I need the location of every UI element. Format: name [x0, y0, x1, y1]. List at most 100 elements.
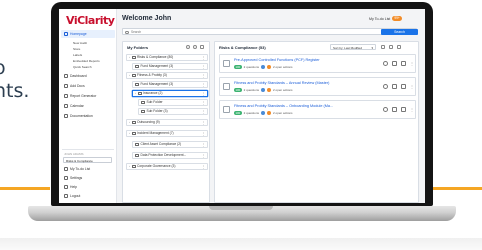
folder-icon [131, 165, 136, 168]
search-input[interactable] [131, 29, 381, 35]
sidebar-item-add-docs[interactable]: Add Docs [61, 82, 115, 90]
more-options-icon[interactable]: ⋮ [202, 73, 206, 80]
filter-icon[interactable] [381, 44, 385, 49]
more-options-icon[interactable]: ⋮ [410, 107, 414, 112]
more-options-icon[interactable]: ⋮ [202, 91, 206, 98]
document-card[interactable]: Pre-Approved Controlled Functions (PCF) … [219, 54, 416, 73]
sidebar-item-documentation[interactable]: Documentation [61, 112, 115, 120]
search-icon [125, 30, 129, 34]
folder-item[interactable]: Client Asset Compliance (2) ⋮ [132, 141, 208, 148]
app-screen: ViClarity Homepage New Audit Store Label… [59, 9, 425, 203]
document-title[interactable]: Fitness and Probity Standards – Annual R… [234, 81, 329, 85]
more-options-icon[interactable]: ⋮ [202, 142, 206, 149]
sidebar-item-help[interactable]: Help [61, 183, 115, 191]
sidebar-item-dashboard[interactable]: Dashboard [61, 72, 115, 80]
folder-item[interactable]: Fund Management (3) ⋮ [132, 81, 208, 88]
folder-item[interactable]: › Fitness & Probity (3) ⋮ [126, 72, 208, 79]
flag-icon[interactable] [401, 84, 406, 89]
refresh-icon[interactable] [383, 107, 388, 112]
sidebar-item-my-todo-list[interactable]: My To-do List [61, 165, 115, 173]
more-options-icon[interactable]: ⋮ [202, 153, 206, 160]
folder-icon [131, 132, 136, 135]
sidebar-item-settings[interactable]: Settings [61, 174, 115, 182]
copy-icon[interactable] [392, 107, 397, 112]
more-options-icon[interactable]: ⋮ [410, 84, 414, 89]
more-options-icon[interactable]: ⋮ [202, 131, 206, 138]
folder-icon [131, 121, 136, 124]
sort-select[interactable]: Sort by: Last Modified ▾ [330, 44, 376, 50]
document-checkbox[interactable] [223, 60, 230, 67]
todo-list-link[interactable]: My To-do List 99+ [369, 16, 402, 21]
expand-icon[interactable] [200, 45, 204, 49]
search-button[interactable]: Search [381, 29, 418, 35]
document-card[interactable]: Fitness and Probity Standards – Onboardi… [219, 100, 416, 119]
folder-label: Data Protection Development... [140, 153, 187, 157]
copy-icon[interactable] [392, 61, 397, 66]
folder-label: Insurance (2) [143, 91, 163, 95]
folder-item[interactable]: Data Protection Development... ⋮ [132, 152, 208, 159]
folder-label: Fund Management (3) [140, 64, 174, 68]
sort-label: Sort by: Last Modified [333, 46, 363, 50]
sidebar-subitem-new-audit[interactable]: New Audit [73, 41, 87, 45]
folder-icon [131, 74, 136, 77]
folder-item[interactable]: Sub Folder (3) ⋮ [138, 108, 208, 115]
sidebar-item-report-generator[interactable]: Report Generator [61, 92, 115, 100]
sidebar-item-calendar[interactable]: Calendar [61, 102, 115, 110]
documents-title: Risks & Compliance (53) [219, 45, 266, 50]
org-select[interactable]: Risks & Compliance [63, 157, 112, 163]
settings-icon [64, 176, 68, 180]
copy-icon[interactable] [392, 84, 397, 89]
sidebar-subitem-quick-search[interactable]: Quick Search [73, 65, 92, 69]
app-logo[interactable]: ViClarity [66, 14, 115, 27]
more-options-icon[interactable]: ⋮ [202, 55, 206, 62]
sidebar-item-label: Help [70, 185, 77, 189]
more-options-icon[interactable]: ⋮ [410, 61, 414, 66]
sidebar-subitem-embedded-reports[interactable]: Embedded Reports [73, 59, 100, 63]
sidebar-subitem-store[interactable]: Store [73, 47, 80, 51]
open-actions-count: 2 open actions [273, 111, 293, 115]
sidebar-item-label: Settings [70, 176, 83, 180]
add-folder-icon[interactable] [186, 45, 190, 49]
sidebar-subitem-labels[interactable]: Labels [73, 53, 82, 57]
list-icon [64, 167, 68, 171]
flag-icon[interactable] [401, 107, 406, 112]
refresh-icon[interactable] [383, 61, 388, 66]
report-icon [64, 94, 68, 98]
list-view-icon[interactable] [397, 44, 401, 49]
document-title[interactable]: Pre-Approved Controlled Functions (PCF) … [234, 58, 320, 62]
folder-item[interactable]: › Risks & Compliance (80) ⋮ [126, 54, 208, 61]
folder-item-selected[interactable]: › Insurance (2) ⋮ [132, 90, 208, 97]
folder-item[interactable]: › Outsourcing (9) ⋮ [126, 119, 208, 126]
sidebar-item-homepage[interactable]: Homepage [61, 30, 115, 38]
chevron-right-icon: › [129, 164, 130, 168]
sidebar-item-logout[interactable]: Logout [61, 192, 115, 200]
folder-item[interactable]: Sub Folder ⋮ [138, 99, 208, 106]
more-options-icon[interactable]: ⋮ [202, 109, 206, 116]
todo-label: My To-do List [369, 16, 391, 21]
folder-icon [131, 56, 136, 59]
folder-icon [135, 143, 139, 146]
grid-view-icon[interactable] [389, 44, 393, 49]
folder-item[interactable]: Fund Management (3) ⋮ [132, 63, 208, 70]
more-options-icon[interactable]: ⋮ [202, 82, 206, 89]
flag-icon[interactable] [401, 61, 406, 66]
document-checkbox[interactable] [223, 106, 230, 113]
folder-item[interactable]: › Corporate Governance (3) ⋮ [126, 163, 208, 170]
dashboard-icon [64, 74, 68, 78]
document-checkbox[interactable] [223, 83, 230, 90]
more-options-icon[interactable]: ⋮ [202, 120, 206, 127]
sidebar-item-label: Add Docs [70, 84, 85, 88]
document-meta: 100 2 questions 2 open actions [234, 111, 293, 115]
refresh-icon[interactable] [383, 84, 388, 89]
more-options-icon[interactable]: ⋮ [202, 164, 206, 171]
folder-label: Risks & Compliance (80) [137, 55, 174, 59]
settings-icon[interactable] [193, 45, 197, 49]
more-options-icon[interactable]: ⋮ [202, 64, 206, 71]
accent-line-right [432, 187, 482, 190]
card-actions: ⋮ [383, 84, 414, 89]
folder-item[interactable]: › Incident Management (7) ⋮ [126, 130, 208, 137]
document-title[interactable]: Fitness and Probity Standards – Onboardi… [234, 104, 333, 108]
document-card[interactable]: Fitness and Probity Standards – Annual R… [219, 77, 416, 96]
page-title: Welcome John [122, 15, 172, 22]
more-options-icon[interactable]: ⋮ [202, 100, 206, 107]
